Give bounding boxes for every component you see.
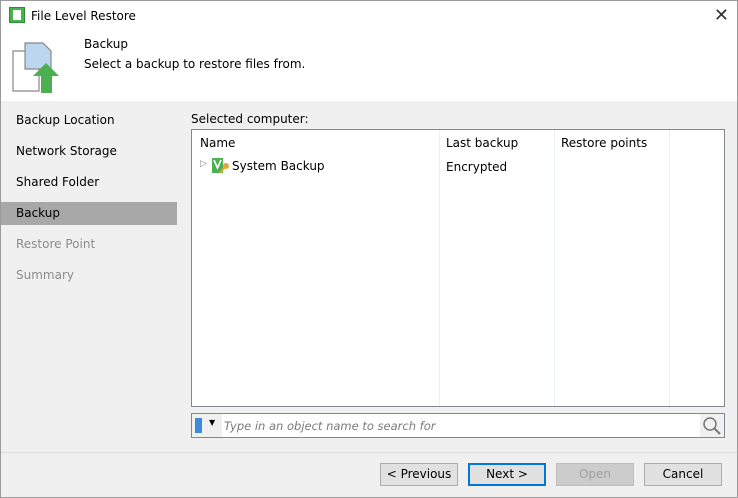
step-shared-folder[interactable]: Shared Folder (1, 167, 177, 198)
step-restore-point: Restore Point (16, 237, 96, 251)
column-header-name[interactable]: Name (200, 136, 235, 150)
backups-table[interactable]: Name Last backup Restore points ▷ System… (191, 129, 725, 407)
next-button[interactable]: Next > (468, 463, 546, 486)
file-level-restore-window: File Level Restore ✕ Backup Select a bac… (0, 0, 738, 498)
open-button: Open (556, 463, 634, 486)
selected-computer-label: Selected computer: (191, 112, 309, 126)
divider (1, 452, 737, 453)
list-icon (195, 418, 202, 433)
page-title: Backup (84, 37, 128, 51)
search-input[interactable]: Type in an object name to search for (224, 419, 435, 433)
encrypted-backup-icon (212, 158, 229, 174)
last-backup-value: Encrypted (446, 160, 508, 174)
step-network-storage[interactable]: Network Storage (1, 136, 177, 167)
search-scope-dropdown[interactable]: ▼ (192, 414, 222, 437)
previous-button[interactable]: < Previous (380, 463, 458, 486)
title-bar: File Level Restore ✕ (1, 1, 737, 31)
column-header-last-backup[interactable]: Last backup (446, 136, 518, 150)
expand-arrow-icon[interactable]: ▷ (200, 159, 207, 169)
backup-name: System Backup (232, 159, 325, 173)
step-summary: Summary (16, 268, 74, 282)
search-icon (703, 417, 721, 435)
main-panel: Selected computer: Name Last backup Rest… (177, 101, 737, 451)
column-header-restore-points[interactable]: Restore points (561, 136, 647, 150)
wizard-steps: Backup Location Network Storage Shared F… (1, 101, 177, 451)
table-row[interactable]: ▷ System Backup Encrypted (192, 158, 724, 176)
wizard-header: Backup Select a backup to restore files … (1, 31, 737, 101)
step-backup[interactable]: Backup (1, 202, 177, 225)
close-icon[interactable]: ✕ (714, 5, 729, 26)
window-title: File Level Restore (31, 9, 136, 23)
search-box: ▼ Type in an object name to search for (191, 413, 725, 438)
step-backup-location[interactable]: Backup Location (1, 105, 177, 136)
chevron-down-icon: ▼ (209, 418, 216, 427)
page-subtitle: Select a backup to restore files from. (84, 57, 306, 71)
file-restore-icon (12, 42, 59, 93)
app-icon (9, 7, 25, 23)
search-button[interactable] (700, 414, 724, 437)
cancel-button[interactable]: Cancel (644, 463, 722, 486)
